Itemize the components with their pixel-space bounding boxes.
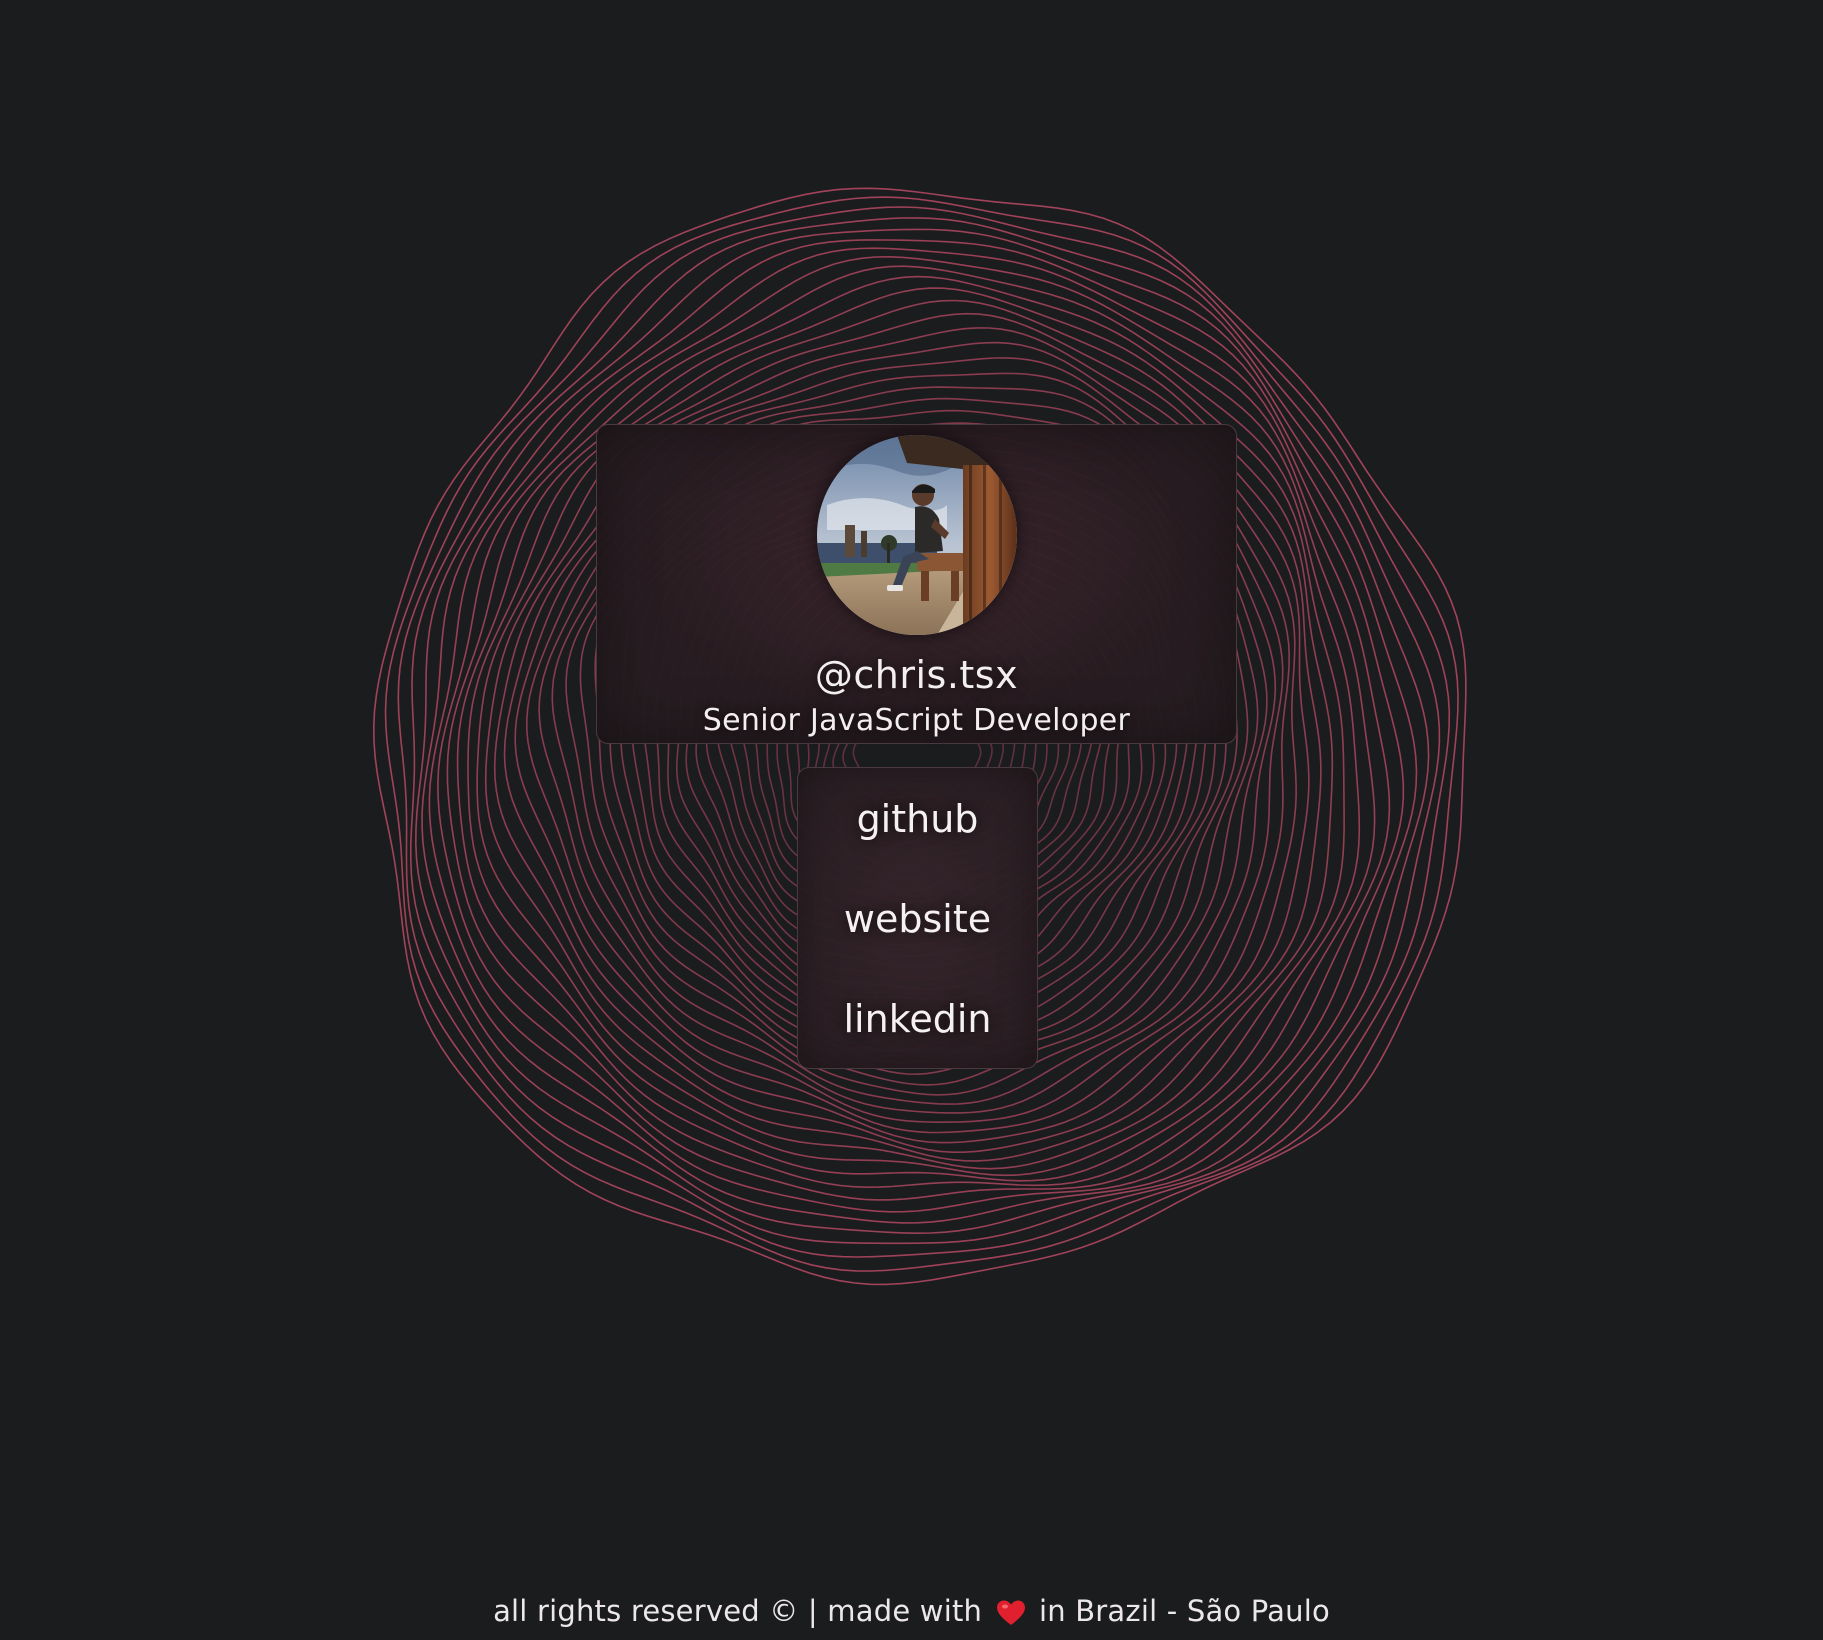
profile-photo-icon [817, 435, 1017, 635]
footer: all rights reserved © | made with in Bra… [0, 1594, 1823, 1628]
page: @chris.tsx Senior JavaScript Developer g… [0, 0, 1823, 1640]
job-title: Senior JavaScript Developer [702, 703, 1131, 738]
footer-text-before: all rights reserved © | made with [493, 1594, 983, 1628]
footer-text-after: in Brazil - São Paulo [1038, 1594, 1330, 1628]
username: @chris.tsx [814, 653, 1019, 697]
website-link[interactable]: website [798, 879, 1037, 959]
linkedin-link[interactable]: linkedin [798, 979, 1037, 1059]
profile-card: @chris.tsx Senior JavaScript Developer [596, 424, 1237, 744]
links-card: github website linkedin [797, 767, 1038, 1069]
heart-icon [996, 1600, 1025, 1625]
avatar [817, 435, 1017, 635]
github-link[interactable]: github [798, 779, 1037, 859]
